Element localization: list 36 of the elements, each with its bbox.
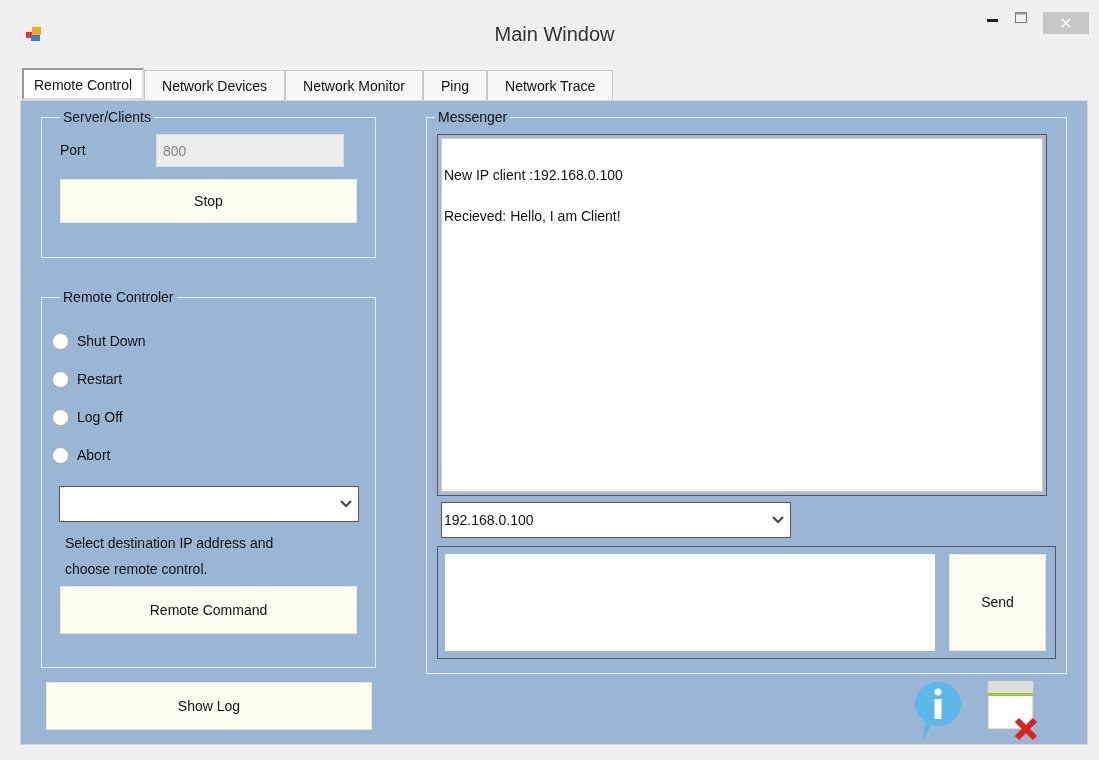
group-title: Messenger (437, 108, 509, 126)
hint-text: Select destination IP address and choose remote control. (65, 534, 275, 579)
tab[interactable]: Network Monitor (285, 70, 423, 100)
radio-button[interactable] (52, 370, 69, 388)
show-log-button[interactable]: Show Log (46, 682, 372, 730)
option-label: Shut Down (77, 331, 146, 351)
exit-window-icon[interactable] (987, 680, 1039, 742)
message-input[interactable] (445, 554, 935, 651)
message-line: Recieved: Hello, I am Client! (444, 207, 622, 226)
remote-command-button[interactable]: Remote Command (60, 586, 357, 634)
group-title: Server/Clients (62, 108, 152, 126)
maximize-icon[interactable] (1015, 12, 1027, 23)
tab[interactable]: Network Devices (144, 70, 286, 100)
chevron-down-icon (772, 516, 784, 524)
port-label: Port (60, 141, 87, 160)
destination-dropdown[interactable] (59, 486, 359, 522)
destination-dropdown[interactable]: 192.168.0.100 (441, 502, 791, 538)
option-label: Restart (77, 369, 123, 389)
radio-button[interactable] (52, 332, 69, 350)
selected-value: 192.168.0.100 (444, 510, 534, 530)
option-label: Log Off (77, 407, 123, 427)
send-button[interactable]: Send (949, 554, 1046, 651)
close-icon[interactable] (1043, 12, 1089, 34)
info-icon[interactable] (913, 680, 963, 742)
tab[interactable]: Remote Control (22, 68, 145, 100)
tab[interactable]: Network Trace (487, 70, 614, 100)
app-icon (26, 27, 42, 41)
tab[interactable]: Ping (423, 70, 488, 100)
radio-button[interactable] (52, 408, 69, 426)
stop-button[interactable]: Stop (60, 179, 357, 223)
chevron-down-icon (340, 500, 352, 508)
option-label: Abort (77, 445, 111, 465)
message-line: New IP client :192.168.0.100 (444, 166, 624, 185)
radio-button[interactable] (52, 446, 69, 464)
window-title: Main Window (493, 22, 616, 47)
group-title: Remote Controler (62, 288, 175, 306)
